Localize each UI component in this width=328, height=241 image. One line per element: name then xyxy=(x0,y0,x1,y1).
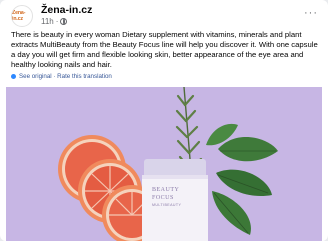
bottle-brand-line2: FOCUS xyxy=(152,195,174,201)
post-body-text: There is beauty in every woman Dietary s… xyxy=(11,30,318,69)
meta-separator: · xyxy=(55,17,59,26)
translation-links[interactable]: See original · Rate this translation xyxy=(11,73,112,80)
avatar[interactable]: Žena-in.cz xyxy=(11,5,33,27)
post-image[interactable]: BEAUTY FOCUS MULTIBEAUTY xyxy=(6,87,322,241)
product-photo: BEAUTY FOCUS MULTIBEAUTY xyxy=(58,87,278,241)
globe-icon xyxy=(60,18,68,25)
supplement-bottle: BEAUTY FOCUS MULTIBEAUTY xyxy=(142,159,208,241)
post-timestamp[interactable]: 11h xyxy=(41,17,54,26)
bottle-product-name: MULTIBEAUTY xyxy=(152,203,181,207)
more-icon[interactable]: ··· xyxy=(304,8,318,19)
page-name[interactable]: Žena-in.cz xyxy=(41,4,92,16)
translate-icon xyxy=(11,74,16,79)
avatar-logo-text: Žena-in.cz xyxy=(12,10,26,22)
post-header: Žena-in.cz Žena-in.cz 11h · ··· xyxy=(11,4,322,28)
facebook-post: Žena-in.cz Žena-in.cz 11h · ··· There is… xyxy=(0,0,328,241)
bottle-brand-line1: BEAUTY xyxy=(152,187,179,193)
leaves xyxy=(206,123,278,235)
translation-links-label[interactable]: See original · Rate this translation xyxy=(19,73,112,80)
post-meta: 11h · xyxy=(41,17,68,26)
